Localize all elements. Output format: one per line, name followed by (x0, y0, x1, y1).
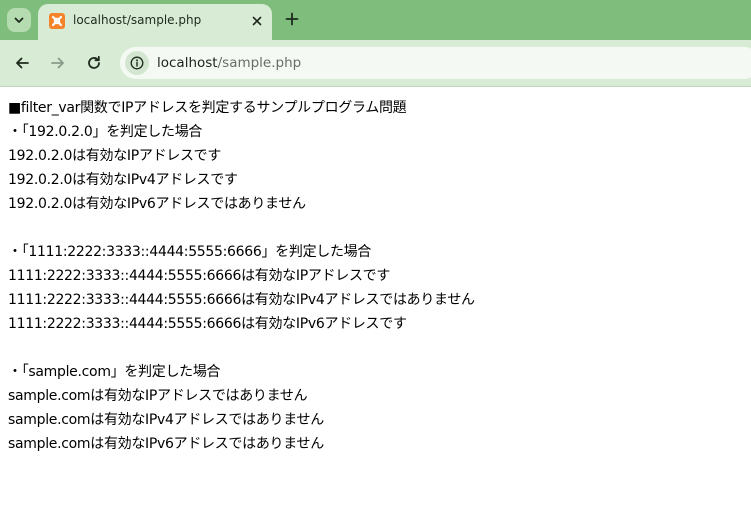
toolbar: localhost/sample.php (0, 40, 751, 87)
url-host: localhost (157, 55, 218, 71)
new-tab-button[interactable] (281, 8, 303, 30)
section-heading: ・「sample.com」を判定した場合 (8, 364, 221, 380)
tab-title: localhost/sample.php (73, 13, 202, 27)
section-heading: ・「192.0.2.0」を判定した場合 (8, 124, 203, 140)
tab-strip: localhost/sample.php (0, 0, 751, 40)
info-icon (130, 56, 144, 70)
tab-search-button[interactable] (7, 8, 31, 32)
tab-close-button[interactable] (248, 12, 266, 30)
active-tab[interactable]: localhost/sample.php (38, 4, 272, 40)
result-line: 192.0.2.0は有効なIPv6アドレスではありません (8, 196, 306, 212)
chevron-down-icon (14, 17, 24, 23)
result-line: 1111:2222:3333::4444:5555:6666は有効なIPv6アド… (8, 316, 407, 332)
url-path: /sample.php (217, 55, 302, 71)
site-info-button[interactable] (125, 51, 149, 75)
xampp-favicon-icon (49, 13, 65, 29)
result-line: sample.comは有効なIPv4アドレスではありません (8, 412, 324, 428)
url-text[interactable]: localhost/sample.php (157, 55, 301, 71)
result-line: 192.0.2.0は有効なIPv4アドレスです (8, 172, 238, 188)
back-button[interactable] (11, 52, 33, 74)
section-heading: ・「1111:2222:3333::4444:5555:6666」を判定した場合 (8, 244, 372, 260)
page-heading: ■filter_var関数でIPアドレスを判定するサンプルプログラム問題 (8, 100, 407, 116)
close-icon (252, 16, 262, 26)
reload-button[interactable] (83, 52, 105, 74)
back-arrow-icon (16, 57, 29, 69)
forward-button[interactable] (47, 52, 69, 74)
result-line: sample.comは有効なIPv6アドレスではありません (8, 436, 324, 452)
result-line: 1111:2222:3333::4444:5555:6666は有効なIPアドレス… (8, 268, 391, 284)
result-line: sample.comは有効なIPアドレスではありません (8, 388, 308, 404)
reload-icon (88, 55, 100, 69)
page-content: ■filter_var関数でIPアドレスを判定するサンプルプログラム問題 ・「1… (8, 96, 475, 456)
forward-arrow-icon (51, 57, 64, 69)
plus-icon (285, 12, 299, 26)
address-bar[interactable]: localhost/sample.php (120, 47, 751, 79)
result-line: 192.0.2.0は有効なIPアドレスです (8, 148, 222, 164)
result-line: 1111:2222:3333::4444:5555:6666は有効なIPv4アド… (8, 292, 475, 308)
